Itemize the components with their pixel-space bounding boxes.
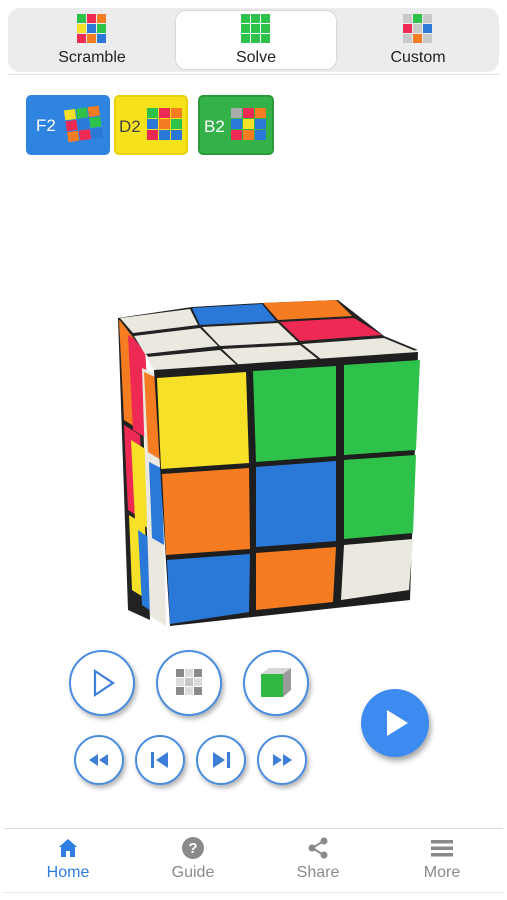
nav-share-label: Share xyxy=(296,864,340,881)
question-icon: ? xyxy=(182,837,204,859)
nav-more[interactable]: More xyxy=(380,832,504,892)
next-step-button[interactable] xyxy=(196,735,246,785)
skip-previous-icon xyxy=(151,752,168,768)
solve-grid-icon xyxy=(241,14,270,43)
nav-share[interactable]: Share xyxy=(256,832,380,892)
play-icon xyxy=(387,710,408,736)
nav-more-label: More xyxy=(423,864,461,881)
bottom-edge xyxy=(4,892,503,893)
tab-solve-label: Solve xyxy=(235,49,277,66)
nav-guide[interactable]: ? Guide xyxy=(131,832,255,892)
home-icon xyxy=(59,839,77,857)
tab-scramble-label: Scramble xyxy=(58,49,126,66)
tab-custom[interactable]: Custom xyxy=(338,8,498,72)
mode-tabs: Scramble Solve Custom xyxy=(8,8,499,72)
cube-face-thumbnail-icon xyxy=(147,108,182,140)
play-outline-icon xyxy=(93,668,115,698)
menu-icon xyxy=(431,840,453,857)
svg-text:?: ? xyxy=(188,840,197,857)
grid-view-icon xyxy=(176,669,202,695)
face-view-button[interactable] xyxy=(156,650,222,716)
cube-view-button[interactable] xyxy=(243,650,309,716)
tabs-divider xyxy=(8,74,499,75)
formula-chip-b2[interactable]: B2 xyxy=(198,95,274,155)
fast-forward-icon xyxy=(273,754,292,766)
scramble-grid-icon xyxy=(77,14,106,43)
nav-guide-label: Guide xyxy=(171,864,215,881)
bottom-nav-divider xyxy=(4,828,503,829)
cube-face-thumbnail-icon xyxy=(231,108,266,140)
formula-chip-f2-label: F2 xyxy=(36,116,56,135)
fast-rewind-button[interactable] xyxy=(74,735,124,785)
formula-chip-d2-label: D2 xyxy=(119,117,141,136)
formula-chip-d2[interactable]: D2 xyxy=(114,95,188,155)
skip-next-icon xyxy=(213,752,230,768)
previous-step-button[interactable] xyxy=(135,735,185,785)
formula-chip-b2-label: B2 xyxy=(204,117,225,136)
tab-solve[interactable]: Solve xyxy=(176,11,336,69)
nav-home[interactable]: Home xyxy=(6,832,130,892)
fast-forward-button[interactable] xyxy=(257,735,307,785)
tab-custom-label: Custom xyxy=(390,49,446,66)
custom-grid-icon xyxy=(403,14,432,43)
auto-solve-play-button[interactable] xyxy=(361,689,429,757)
fast-rewind-icon xyxy=(89,754,108,766)
tab-scramble[interactable]: Scramble xyxy=(12,8,172,72)
share-icon xyxy=(308,837,328,859)
cube-3d-icon xyxy=(261,668,291,697)
step-play-button[interactable] xyxy=(69,650,135,716)
nav-home-label: Home xyxy=(46,864,90,881)
cube-face-thumbnail-icon xyxy=(63,106,103,142)
formula-chip-f2[interactable]: F2 xyxy=(26,95,110,155)
